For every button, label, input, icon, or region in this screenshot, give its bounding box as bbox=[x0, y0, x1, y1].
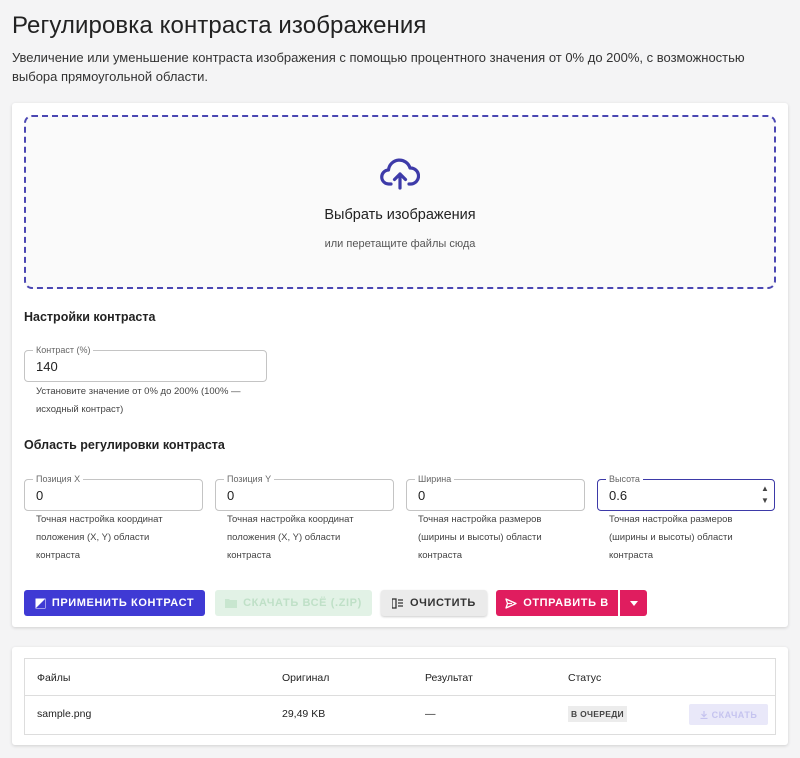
position-x-input[interactable]: Позиция X 0 bbox=[24, 473, 203, 511]
download-zip-label: СКАЧАТЬ ВСЁ (.ZIP) bbox=[243, 597, 362, 609]
apply-contrast-button[interactable]: ПРИМЕНИТЬ КОНТРАСТ bbox=[24, 590, 205, 616]
files-table: Файлы Оригинал Результат Статус sample.p… bbox=[24, 658, 776, 735]
contrast-helper-line2: исходный контраст) bbox=[36, 404, 124, 415]
contrast-helper: Установите значение от 0% до 200% (100% … bbox=[36, 383, 266, 419]
helper-line: контраста bbox=[418, 550, 462, 561]
position-x-helper: Точная настройка координат положения (X,… bbox=[36, 511, 206, 565]
helper-line: Точная настройка размеров bbox=[418, 514, 542, 525]
helper-line: контраста bbox=[36, 550, 80, 561]
helper-line: положения (X, Y) области bbox=[36, 532, 150, 543]
settings-card: Выбрать изображения или перетащите файлы… bbox=[12, 103, 788, 627]
column-header-status: Статус bbox=[568, 672, 602, 684]
send-to-label: ОТПРАВИТЬ В bbox=[523, 597, 609, 609]
helper-line: контраста bbox=[227, 550, 271, 561]
height-helper: Точная настройка размеров (ширины и высо… bbox=[609, 511, 779, 565]
original-size: 29,49 KB bbox=[282, 708, 326, 720]
file-name: sample.png bbox=[37, 708, 92, 720]
send-to-button[interactable]: ОТПРАВИТЬ В bbox=[496, 590, 618, 616]
clear-list-icon bbox=[392, 597, 404, 609]
width-helper: Точная настройка размеров (ширины и высо… bbox=[418, 511, 588, 565]
number-spinner[interactable]: ▲ ▼ bbox=[760, 483, 770, 507]
helper-line: Точная настройка координат bbox=[36, 514, 163, 525]
contrast-label: Контраст (%) bbox=[33, 344, 94, 356]
contrast-input[interactable]: Контраст (%) 140 bbox=[24, 344, 267, 382]
contrast-settings-heading: Настройки контраста bbox=[24, 310, 156, 324]
clear-label: ОЧИСТИТЬ bbox=[410, 597, 476, 609]
position-x-label: Позиция X bbox=[33, 473, 84, 485]
download-zip-button[interactable]: СКАЧАТЬ ВСЁ (.ZIP) bbox=[215, 590, 372, 616]
page-description: Увеличение или уменьшение контраста изоб… bbox=[12, 50, 745, 84]
files-card: Файлы Оригинал Результат Статус sample.p… bbox=[12, 647, 788, 745]
helper-line: контраста bbox=[609, 550, 653, 561]
apply-contrast-label: ПРИМЕНИТЬ КОНТРАСТ bbox=[51, 597, 195, 609]
spin-up-icon[interactable]: ▲ bbox=[760, 483, 770, 495]
dropzone-subtitle: или перетащите файлы сюда bbox=[324, 238, 476, 250]
clear-button[interactable]: ОЧИСТИТЬ bbox=[381, 590, 487, 616]
result-value: — bbox=[425, 708, 436, 720]
helper-line: положения (X, Y) области bbox=[227, 532, 341, 543]
helper-line: (ширины и высоты) области bbox=[609, 532, 733, 543]
helper-line: (ширины и высоты) области bbox=[418, 532, 542, 543]
send-icon bbox=[505, 597, 517, 609]
column-header-result: Результат bbox=[425, 672, 473, 684]
status-badge: В ОЧЕРЕДИ bbox=[568, 706, 627, 722]
column-header-original: Оригинал bbox=[282, 672, 330, 684]
send-menu-toggle[interactable] bbox=[620, 590, 647, 616]
height-input[interactable]: Высота 0.6 ▲ ▼ bbox=[597, 473, 775, 511]
position-y-input[interactable]: Позиция Y 0 bbox=[215, 473, 394, 511]
area-heading: Область регулировки контраста bbox=[24, 438, 225, 452]
page: Регулировка контраста изображения Увелич… bbox=[0, 0, 800, 758]
column-header-files: Файлы bbox=[37, 672, 71, 684]
file-dropzone[interactable]: Выбрать изображения или перетащите файлы… bbox=[24, 115, 776, 289]
contrast-helper-line1: Установите значение от 0% до 200% (100% … bbox=[36, 386, 241, 397]
folder-icon bbox=[225, 599, 238, 608]
download-file-label: СКАЧАТЬ bbox=[711, 709, 758, 720]
position-y-label: Позиция Y bbox=[224, 473, 275, 485]
contrast-icon bbox=[35, 598, 46, 608]
helper-line: Точная настройка координат bbox=[227, 514, 354, 525]
position-x-value[interactable]: 0 bbox=[36, 488, 43, 503]
dropzone-title: Выбрать изображения bbox=[324, 207, 476, 223]
width-label: Ширина bbox=[415, 473, 455, 485]
download-file-button[interactable]: СКАЧАТЬ bbox=[689, 704, 768, 725]
height-label: Высота bbox=[606, 473, 643, 485]
position-y-value[interactable]: 0 bbox=[227, 488, 234, 503]
table-divider bbox=[25, 695, 775, 696]
spin-down-icon[interactable]: ▼ bbox=[760, 495, 770, 507]
caret-down-icon bbox=[629, 600, 638, 606]
page-title: Регулировка контраста изображения bbox=[12, 12, 427, 39]
download-icon bbox=[700, 710, 708, 719]
width-value[interactable]: 0 bbox=[418, 488, 425, 503]
width-input[interactable]: Ширина 0 bbox=[406, 473, 585, 511]
cloud-upload-icon bbox=[380, 158, 420, 190]
helper-line: Точная настройка размеров bbox=[609, 514, 733, 525]
contrast-value[interactable]: 140 bbox=[36, 359, 58, 374]
position-y-helper: Точная настройка координат положения (X,… bbox=[227, 511, 397, 565]
height-value[interactable]: 0.6 bbox=[609, 488, 627, 503]
